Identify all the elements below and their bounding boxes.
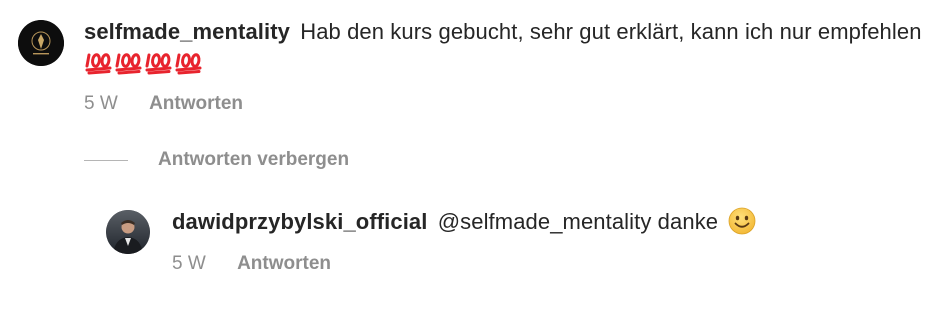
reply-username[interactable]: dawidprzybylski_official: [172, 209, 427, 234]
reply-body: dawidprzybylski_official @selfmade_menta…: [172, 206, 932, 238]
comment-meta: 5 W Antworten: [84, 92, 243, 116]
avatar[interactable]: [106, 210, 150, 254]
hundred-points-icon: [145, 53, 172, 75]
comment-username[interactable]: selfmade_mentality: [84, 19, 290, 44]
comment-body: selfmade_mentality Hab den kurs gebucht,…: [84, 16, 924, 80]
hide-replies-label: Antworten verbergen: [158, 149, 350, 170]
reply-button[interactable]: Antworten: [149, 93, 243, 114]
reply-text: @selfmade_mentality danke: [437, 209, 719, 234]
smiling-face-icon: [728, 207, 756, 235]
comment-age[interactable]: 5 W: [84, 93, 118, 114]
hundred-points-icon: [85, 53, 112, 75]
reply-age[interactable]: 5 W: [172, 253, 206, 274]
avatar[interactable]: [18, 20, 64, 66]
hundred-points-emojis: [84, 51, 204, 76]
hide-replies-button[interactable]: Antworten verbergen: [84, 148, 349, 172]
comment-text: Hab den kurs gebucht, sehr gut erklärt, …: [300, 19, 922, 44]
divider-line: [84, 159, 128, 161]
reply-button[interactable]: Antworten: [237, 253, 331, 274]
hundred-points-icon: [115, 53, 142, 75]
hundred-points-icon: [175, 53, 202, 75]
reply-meta: 5 W Antworten: [172, 252, 331, 276]
